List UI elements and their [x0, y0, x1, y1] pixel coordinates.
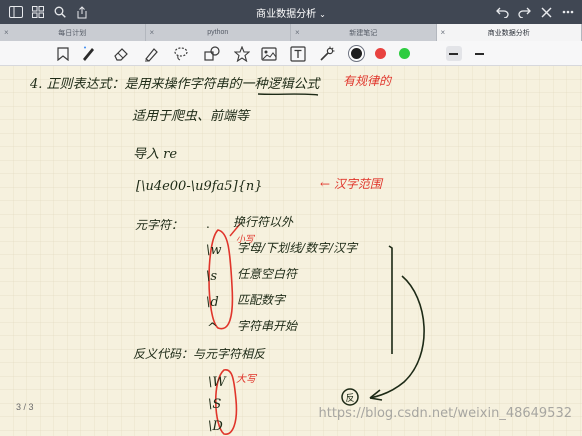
drawing-toolbar — [0, 41, 582, 66]
shapes-icon[interactable] — [203, 45, 221, 63]
tab-bar: × 每日计划 × python × 新建笔记 × 商业数据分析 — [0, 24, 582, 41]
stroke-width-medium-icon[interactable] — [475, 53, 484, 55]
tab-business-analysis[interactable]: × 商业数据分析 — [436, 24, 582, 41]
meta-description: 换行符以外 — [233, 215, 294, 229]
eraser-icon[interactable] — [112, 45, 130, 63]
undo-icon[interactable] — [494, 4, 510, 20]
note-pattern: [\u4e00-\u9fa5]{n} — [136, 179, 263, 194]
stroke-width-thin-icon — [449, 53, 458, 55]
sidebar-icon[interactable] — [8, 4, 24, 20]
meta-description: 任意空白符 — [237, 267, 299, 281]
meta-symbol: . — [206, 217, 210, 231]
lasso-icon[interactable] — [172, 45, 190, 63]
meta-symbol: \s — [206, 269, 217, 284]
anti-symbol: \S — [208, 397, 221, 412]
close-icon[interactable] — [538, 4, 554, 20]
star-icon[interactable] — [233, 45, 251, 63]
note-import: 导入 re — [133, 147, 177, 162]
meta-symbol: \w — [206, 243, 222, 258]
tab-new-note[interactable]: × 新建笔记 — [291, 24, 437, 41]
more-icon[interactable] — [560, 4, 576, 20]
pen-tool-icon[interactable] — [79, 45, 97, 63]
share-icon[interactable] — [74, 4, 90, 20]
lowercase-annotation: 小写 — [236, 234, 256, 245]
tab-close-icon[interactable]: × — [4, 28, 9, 37]
grid-paper: 反 4. 正则表达式：是用来操作字符串的一种逻辑公式 有规律的 适用于爬虫、前端… — [0, 66, 582, 436]
search-icon[interactable] — [52, 4, 68, 20]
meta-description: 字母/下划线/数字/汉字 — [237, 241, 359, 255]
tab-label: 商业数据分析 — [487, 29, 530, 37]
note-usage: 适用于爬虫、前端等 — [132, 109, 251, 124]
anti-symbol: \D — [208, 419, 223, 434]
color-swatch-green[interactable] — [399, 48, 410, 59]
top-bar: 商业数据分析 ⌄ — [0, 0, 582, 24]
color-swatch-black[interactable] — [351, 48, 362, 59]
anti-title: 反义代码：与元字符相反 — [133, 347, 266, 361]
image-icon[interactable] — [260, 45, 278, 63]
note-canvas[interactable]: 反 4. 正则表达式：是用来操作字符串的一种逻辑公式 有规律的 适用于爬虫、前端… — [0, 66, 582, 436]
redo-icon[interactable] — [516, 4, 532, 20]
tab-label: 新建笔记 — [349, 29, 378, 37]
page-indicator: 3 / 3 — [16, 402, 34, 412]
meta-description: 字符串开始 — [237, 319, 298, 333]
highlighter-icon[interactable] — [142, 45, 160, 63]
text-box-icon[interactable] — [289, 45, 307, 63]
tab-label: python — [207, 29, 229, 36]
pattern-annotation: ← 汉字范围 — [320, 177, 384, 191]
tab-python[interactable]: × python — [146, 24, 291, 41]
circle-mark-text: 反 — [345, 393, 354, 404]
meta-description: 匹配数字 — [237, 293, 287, 307]
tab-close-icon[interactable]: × — [441, 28, 446, 37]
meta-title: 元字符： — [135, 218, 183, 232]
tab-close-icon[interactable]: × — [295, 28, 300, 37]
tab-close-icon[interactable]: × — [150, 28, 155, 37]
meta-symbol: \d — [206, 295, 219, 310]
uppercase-annotation: 大写 — [236, 373, 258, 385]
note-heading: 4. 正则表达式：是用来操作字符串的一种逻辑公式 — [29, 76, 322, 92]
laser-pointer-icon[interactable] — [318, 45, 336, 63]
chevron-down-icon: ⌄ — [319, 10, 326, 19]
meta-symbol: ^ — [207, 321, 218, 336]
bookmark-icon[interactable] — [54, 45, 72, 63]
color-swatch-red[interactable] — [375, 48, 386, 59]
heading-annotation: 有规律的 — [343, 74, 393, 88]
grid-icon[interactable] — [30, 4, 46, 20]
anti-symbol: \W — [208, 375, 227, 390]
document-title-text: 商业数据分析 — [256, 9, 317, 20]
tab-label: 每日计划 — [58, 29, 87, 37]
watermark: https://blog.csdn.net/weixin_48649532 — [318, 406, 572, 421]
tab-daily-plan[interactable]: × 每日计划 — [0, 24, 146, 41]
